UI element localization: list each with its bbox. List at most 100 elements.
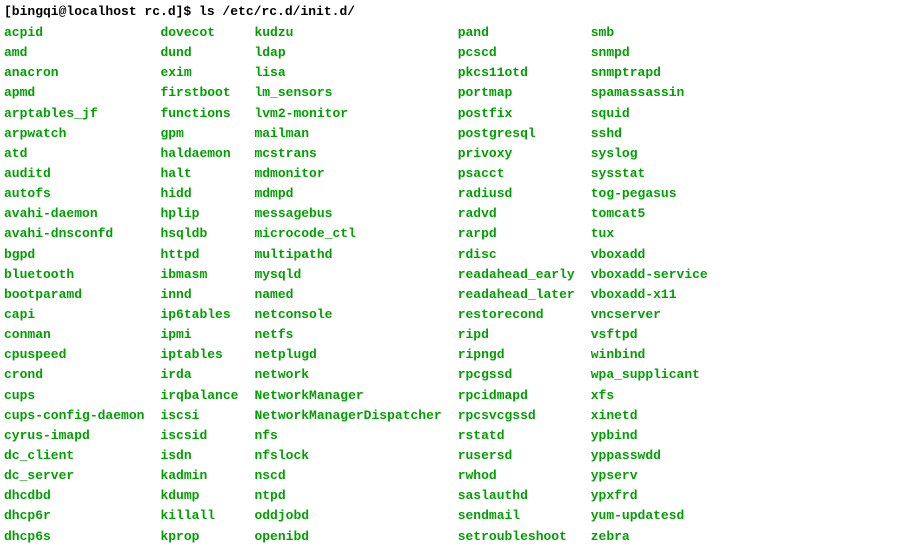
file-entry: radiusd <box>458 184 575 204</box>
file-entry: sendmail <box>458 506 575 526</box>
file-entry: irqbalance <box>160 386 238 406</box>
file-entry: mcstrans <box>254 144 441 164</box>
file-entry: ypserv <box>591 466 708 486</box>
file-entry: tux <box>591 224 708 244</box>
file-entry: restorecond <box>458 305 575 325</box>
file-entry: privoxy <box>458 144 575 164</box>
file-entry: rdisc <box>458 245 575 265</box>
file-entry: vboxadd-x11 <box>591 285 708 305</box>
file-entry: crond <box>4 365 144 385</box>
file-entry: postfix <box>458 104 575 124</box>
column-0: acpidamdanacronapmdarptables_jfarpwatcha… <box>4 23 144 547</box>
file-entry: ipmi <box>160 325 238 345</box>
file-entry: ntpd <box>254 486 441 506</box>
file-entry: rpcidmapd <box>458 386 575 406</box>
file-entry: conman <box>4 325 144 345</box>
file-entry: arptables_jf <box>4 104 144 124</box>
file-entry: xinetd <box>591 406 708 426</box>
file-entry: sysstat <box>591 164 708 184</box>
file-entry: xfs <box>591 386 708 406</box>
file-entry: pand <box>458 23 575 43</box>
file-entry: mdmpd <box>254 184 441 204</box>
file-entry: cyrus-imapd <box>4 426 144 446</box>
file-entry: netfs <box>254 325 441 345</box>
file-entry: hplip <box>160 204 238 224</box>
file-entry: iscsid <box>160 426 238 446</box>
column-2: kudzuldaplisalm_sensorslvm2-monitormailm… <box>254 23 441 547</box>
file-entry: network <box>254 365 441 385</box>
file-entry: vboxadd-service <box>591 265 708 285</box>
file-entry: dc_server <box>4 466 144 486</box>
file-entry: NetworkManager <box>254 386 441 406</box>
file-entry: iptables <box>160 345 238 365</box>
file-entry: squid <box>591 104 708 124</box>
file-entry: dhcp6s <box>4 527 144 547</box>
file-entry: ibmasm <box>160 265 238 285</box>
file-entry: ripngd <box>458 345 575 365</box>
file-entry: auditd <box>4 164 144 184</box>
file-entry: netconsole <box>254 305 441 325</box>
file-entry: vncserver <box>591 305 708 325</box>
column-1: dovecotdundeximfirstbootfunctionsgpmhald… <box>160 23 238 547</box>
file-entry: named <box>254 285 441 305</box>
file-entry: avahi-daemon <box>4 204 144 224</box>
file-entry: rusersd <box>458 446 575 466</box>
file-entry: postgresql <box>458 124 575 144</box>
file-entry: isdn <box>160 446 238 466</box>
file-entry: httpd <box>160 245 238 265</box>
file-entry: exim <box>160 63 238 83</box>
file-entry: mdmonitor <box>254 164 441 184</box>
file-entry: kdump <box>160 486 238 506</box>
file-entry: innd <box>160 285 238 305</box>
file-entry: killall <box>160 506 238 526</box>
file-entry: bluetooth <box>4 265 144 285</box>
file-entry: nscd <box>254 466 441 486</box>
file-entry: smb <box>591 23 708 43</box>
file-entry: ldap <box>254 43 441 63</box>
file-entry: ypxfrd <box>591 486 708 506</box>
file-entry: functions <box>160 104 238 124</box>
file-entry: hsqldb <box>160 224 238 244</box>
file-entry: anacron <box>4 63 144 83</box>
file-entry: ip6tables <box>160 305 238 325</box>
file-entry: avahi-dnsconfd <box>4 224 144 244</box>
file-entry: haldaemon <box>160 144 238 164</box>
file-entry: lvm2-monitor <box>254 104 441 124</box>
file-entry: oddjobd <box>254 506 441 526</box>
file-entry: cups <box>4 386 144 406</box>
file-entry: rpcsvcgssd <box>458 406 575 426</box>
file-entry: kudzu <box>254 23 441 43</box>
file-entry: rarpd <box>458 224 575 244</box>
file-entry: spamassassin <box>591 83 708 103</box>
file-entry: messagebus <box>254 204 441 224</box>
file-entry: yum-updatesd <box>591 506 708 526</box>
shell-prompt: [bingqi@localhost rc.d]$ ls /etc/rc.d/in… <box>4 4 910 19</box>
file-entry: vsftpd <box>591 325 708 345</box>
file-entry: arpwatch <box>4 124 144 144</box>
file-entry: zebra <box>591 527 708 547</box>
file-entry: rpcgssd <box>458 365 575 385</box>
file-entry: vboxadd <box>591 245 708 265</box>
file-entry: hidd <box>160 184 238 204</box>
file-entry: psacct <box>458 164 575 184</box>
ls-output: acpidamdanacronapmdarptables_jfarpwatcha… <box>4 23 910 547</box>
file-entry: acpid <box>4 23 144 43</box>
file-entry: firstboot <box>160 83 238 103</box>
file-entry: lm_sensors <box>254 83 441 103</box>
file-entry: cups-config-daemon <box>4 406 144 426</box>
file-entry: mailman <box>254 124 441 144</box>
file-entry: snmptrapd <box>591 63 708 83</box>
file-entry: multipathd <box>254 245 441 265</box>
file-entry: bootparamd <box>4 285 144 305</box>
file-entry: nfslock <box>254 446 441 466</box>
file-entry: irda <box>160 365 238 385</box>
file-entry: halt <box>160 164 238 184</box>
file-entry: readahead_early <box>458 265 575 285</box>
file-entry: tog-pegasus <box>591 184 708 204</box>
file-entry: pcscd <box>458 43 575 63</box>
file-entry: iscsi <box>160 406 238 426</box>
file-entry: gpm <box>160 124 238 144</box>
file-entry: rstatd <box>458 426 575 446</box>
file-entry: yppasswdd <box>591 446 708 466</box>
file-entry: kadmin <box>160 466 238 486</box>
